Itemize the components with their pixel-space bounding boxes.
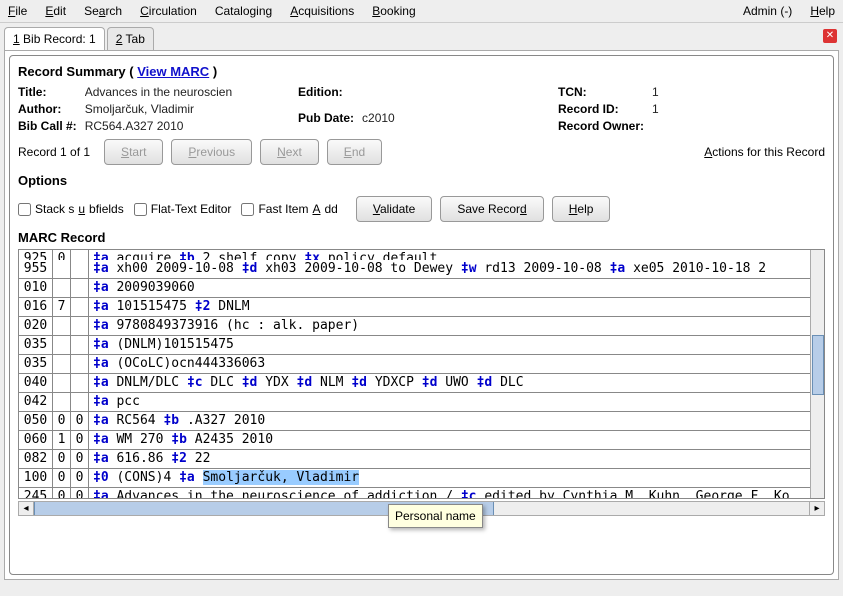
start-button[interactable]: Start [104, 139, 163, 165]
callnum-value: RC564.A327 2010 [85, 119, 288, 133]
title-label: Title: [18, 85, 77, 99]
marc-row[interactable]: 040‡a DNLM/DLC ‡c DLC ‡d YDX ‡d NLM ‡d Y… [19, 374, 824, 393]
recid-label: Record ID: [558, 102, 644, 116]
menu-search[interactable]: Search [82, 2, 124, 20]
help-button[interactable]: Help [552, 196, 611, 222]
marc-row[interactable]: 9250‡a acquire ‡b 2 shelf copy ‡x policy… [19, 250, 824, 260]
tab-bib-record[interactable]: 1 Bib Record: 1 [4, 27, 105, 50]
summary-heading: Record Summary ( View MARC ) [18, 64, 825, 79]
marc-row[interactable]: 020‡a 9780849373916 (hc : alk. paper) [19, 317, 824, 336]
edition-label: Edition: [298, 85, 354, 108]
marc-row[interactable]: 010‡a 2009039060 [19, 279, 824, 298]
fast-item-add-checkbox[interactable]: Fast Item Add [241, 202, 337, 216]
marc-row[interactable]: 08200‡a 616.86 ‡2 22 [19, 450, 824, 469]
marc-row[interactable]: 0167‡a 101515475 ‡2 DNLM [19, 298, 824, 317]
stack-subfields-checkbox[interactable]: Stack subfields [18, 202, 124, 216]
menu-cataloging[interactable]: Cataloging [213, 2, 274, 20]
options-heading: Options [18, 173, 825, 188]
record-position: Record 1 of 1 [18, 145, 90, 159]
flat-text-editor-checkbox[interactable]: Flat-Text Editor [134, 202, 232, 216]
scroll-right-icon[interactable]: ▸ [809, 502, 824, 515]
author-value: Smoljarčuk, Vladimir [85, 102, 288, 116]
owner-value [652, 119, 798, 133]
marc-row[interactable]: 05000‡a RC564 ‡b .A327 2010 [19, 412, 824, 431]
tcn-label: TCN: [558, 85, 644, 99]
title-value: Advances in the neuroscien [85, 85, 288, 99]
marc-row[interactable]: 06010‡a WM 270 ‡b A2435 2010 [19, 431, 824, 450]
author-label: Author: [18, 102, 77, 116]
menu-circulation[interactable]: Circulation [138, 2, 199, 20]
marc-table[interactable]: 9250‡a acquire ‡b 2 shelf copy ‡x policy… [18, 249, 825, 499]
field-tooltip: Personal name [388, 504, 483, 528]
end-button[interactable]: End [327, 139, 382, 165]
tcn-value: 1 [652, 85, 798, 99]
menu-help[interactable]: Help [808, 2, 837, 20]
scroll-left-icon[interactable]: ◂ [19, 502, 34, 515]
owner-label: Record Owner: [558, 119, 644, 133]
menu-acquisitions[interactable]: Acquisitions [288, 2, 356, 20]
marc-row[interactable]: 10000‡0 (CONS)4 ‡a Smoljarčuk, Vladimir [19, 469, 824, 488]
callnum-label: Bib Call #: [18, 119, 77, 133]
pubdate-value: c2010 [362, 111, 548, 134]
menu-booking[interactable]: Booking [370, 2, 417, 20]
vertical-scrollbar[interactable] [810, 250, 824, 498]
next-button[interactable]: Next [260, 139, 319, 165]
close-icon[interactable]: ✕ [823, 29, 837, 43]
marc-row[interactable]: 035‡a (OCoLC)ocn444336063 [19, 355, 824, 374]
marc-row[interactable]: 24500‡a Advances in the neuroscience of … [19, 488, 824, 499]
pubdate-label: Pub Date: [298, 111, 354, 134]
menu-file[interactable]: File [6, 2, 29, 20]
edition-value [362, 85, 548, 108]
previous-button[interactable]: Previous [171, 139, 252, 165]
marc-record-heading: MARC Record [18, 230, 825, 245]
tab-2[interactable]: 2 Tab [107, 27, 154, 50]
recid-value: 1 [652, 102, 798, 116]
marc-row[interactable]: 035‡a (DNLM)101515475 [19, 336, 824, 355]
marc-row[interactable]: 042‡a pcc [19, 393, 824, 412]
menu-admin[interactable]: Admin (-) [741, 2, 794, 20]
validate-button[interactable]: Validate [356, 196, 433, 222]
menu-edit[interactable]: Edit [43, 2, 68, 20]
marc-row[interactable]: 955‡a xh00 2009-10-08 ‡d xh03 2009-10-08… [19, 260, 824, 279]
menubar: File Edit Search Circulation Cataloging … [0, 0, 843, 23]
actions-for-record[interactable]: Actions for this Record [704, 145, 825, 159]
tab-bar: 1 Bib Record: 1 2 Tab ✕ [0, 23, 843, 50]
save-record-button[interactable]: Save Record [440, 196, 543, 222]
view-marc-link[interactable]: View MARC [137, 64, 209, 79]
